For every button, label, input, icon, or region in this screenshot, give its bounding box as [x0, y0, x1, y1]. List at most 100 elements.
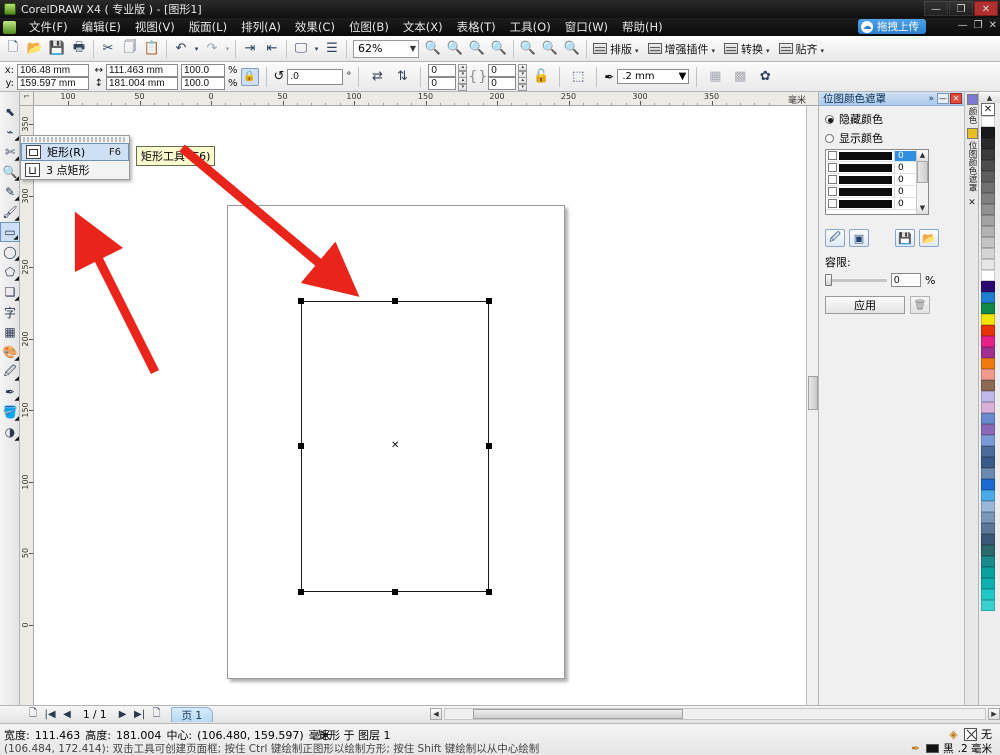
- launcher-dropdown-icon[interactable]: ▾: [312, 38, 321, 60]
- tolerance-input[interactable]: [891, 273, 921, 287]
- palette-swatch[interactable]: [981, 380, 995, 391]
- scale-y-input[interactable]: [181, 77, 225, 90]
- palette-swatch[interactable]: [981, 204, 995, 215]
- selection-handle-tc[interactable]: [392, 298, 398, 304]
- maximize-button[interactable]: ❐: [949, 1, 973, 16]
- tool-pick[interactable]: ⬉: [0, 102, 20, 122]
- tool-table[interactable]: ▦: [0, 322, 20, 342]
- object-height-input[interactable]: [106, 77, 178, 90]
- scroll-down-icon[interactable]: ▼: [917, 203, 928, 214]
- doc-maximize-button[interactable]: ❐: [974, 20, 983, 31]
- mask-list-scrollbar[interactable]: ▲ ▼: [916, 150, 928, 214]
- radio-show-colors[interactable]: 显示颜色: [825, 130, 958, 146]
- selection-handle-tl[interactable]: [298, 298, 304, 304]
- docker-tab-bitmap-mask[interactable]: 位图颜色遮罩: [965, 128, 979, 194]
- menu-window[interactable]: 窗口(W): [558, 18, 615, 36]
- corner-tr-stepper[interactable]: ▴▾: [518, 64, 527, 77]
- radio-hide-colors[interactable]: 隐藏颜色: [825, 111, 958, 127]
- mask-row-checkbox[interactable]: [828, 187, 837, 196]
- palette-swatch[interactable]: [981, 303, 995, 314]
- mirror-vertical-button[interactable]: ⇅: [391, 66, 413, 88]
- palette-swatch[interactable]: [981, 314, 995, 325]
- docker-tab-close-button[interactable]: ✕: [965, 198, 979, 208]
- add-page-right-icon[interactable]: 🗋: [150, 708, 164, 722]
- hscroll-track[interactable]: [444, 708, 986, 720]
- close-button[interactable]: ✕: [974, 1, 998, 16]
- corner-tl-stepper[interactable]: ▴▾: [458, 64, 467, 77]
- palette-swatch[interactable]: [981, 215, 995, 226]
- mask-color-row[interactable]: 0: [826, 150, 916, 162]
- selection-handle-ml[interactable]: [298, 443, 304, 449]
- status-outline-indicator[interactable]: ✒ 黑 .2 毫米: [909, 741, 992, 755]
- scroll-right-icon[interactable]: ▶: [988, 708, 1000, 720]
- palette-no-color-swatch[interactable]: ✕: [981, 103, 995, 116]
- rotation-angle-input[interactable]: [287, 69, 343, 85]
- selection-handle-bl[interactable]: [298, 589, 304, 595]
- menu-tools[interactable]: 工具(O): [503, 18, 558, 36]
- tool-smart-fill[interactable]: 🖌◢: [0, 202, 20, 222]
- edit-color-button[interactable]: ▣: [849, 229, 869, 247]
- menu-help[interactable]: 帮助(H): [615, 18, 670, 36]
- scroll-up-icon[interactable]: ▲: [917, 150, 928, 161]
- menu-edit[interactable]: 编辑(E): [75, 18, 128, 36]
- paste-icon[interactable]: 📋: [141, 38, 163, 60]
- palette-swatch[interactable]: [981, 237, 995, 248]
- selection-handle-br[interactable]: [486, 589, 492, 595]
- menu-arrange[interactable]: 排列(A): [234, 18, 288, 36]
- docker-tab-color[interactable]: 颜色: [965, 94, 979, 126]
- y-position-input[interactable]: [17, 77, 89, 90]
- convert-bitmap-button[interactable]: ▩: [729, 66, 751, 88]
- palette-swatch[interactable]: [981, 512, 995, 523]
- next-page-icon[interactable]: ▶: [116, 708, 130, 722]
- palette-swatch[interactable]: [981, 413, 995, 424]
- tool-crop[interactable]: ✄◢: [0, 142, 20, 162]
- mask-row-checkbox[interactable]: [828, 151, 837, 160]
- tool-interactive-fill[interactable]: ◑◢: [0, 422, 20, 442]
- lock-ratio-button[interactable]: 🔒: [241, 68, 259, 86]
- export-icon[interactable]: ⇤: [261, 38, 283, 60]
- tool-shape[interactable]: ⌁◢: [0, 122, 20, 142]
- tool-blend[interactable]: 🎨◢: [0, 342, 20, 362]
- menu-layout[interactable]: 版面(L): [182, 18, 234, 36]
- redo-dropdown-icon[interactable]: ▾: [223, 38, 232, 60]
- last-page-icon[interactable]: ▶|: [133, 708, 147, 722]
- palette-swatch[interactable]: [981, 402, 995, 413]
- palette-swatch[interactable]: [981, 281, 995, 292]
- palette-swatch[interactable]: [981, 600, 995, 611]
- zoom-level-combobox[interactable]: 62% ▼: [353, 40, 419, 58]
- palette-swatch[interactable]: [981, 567, 995, 578]
- corner-top-left-input[interactable]: [428, 64, 456, 77]
- selection-handle-mr[interactable]: [486, 443, 492, 449]
- plugin-convert-button[interactable]: 转换 ▾: [721, 38, 776, 59]
- ruler-origin-button[interactable]: ⌐: [20, 92, 34, 106]
- effects-button[interactable]: ✿: [754, 66, 776, 88]
- zoom-in-icon[interactable]: 🔍: [422, 38, 444, 60]
- palette-swatch[interactable]: [981, 160, 995, 171]
- tool-eyedropper[interactable]: 🖉◢: [0, 362, 20, 382]
- menu-view[interactable]: 视图(V): [128, 18, 182, 36]
- delete-icon[interactable]: 🗑: [910, 296, 930, 314]
- tool-basic-shapes[interactable]: ❏◢: [0, 282, 20, 302]
- open-mask-button[interactable]: 📂: [919, 229, 939, 247]
- canvas-vertical-scrollbar[interactable]: [806, 106, 818, 723]
- palette-swatch[interactable]: [981, 292, 995, 303]
- palette-swatch[interactable]: [981, 325, 995, 336]
- zoom-out-icon[interactable]: 🔍: [444, 38, 466, 60]
- round-corners-lock-button[interactable]: 🔓: [530, 66, 552, 88]
- scrollbar-thumb[interactable]: [808, 376, 818, 410]
- palette-swatch[interactable]: [981, 226, 995, 237]
- zoom-to-page-icon[interactable]: 🔍: [517, 38, 539, 60]
- zoom-to-selected-icon[interactable]: 🔍: [466, 38, 488, 60]
- palette-swatch[interactable]: [981, 446, 995, 457]
- options-icon[interactable]: ☰: [321, 38, 343, 60]
- palette-swatch[interactable]: [981, 270, 995, 281]
- zoom-to-width-icon[interactable]: 🔍: [539, 38, 561, 60]
- undo-icon[interactable]: ↶: [170, 38, 192, 60]
- palette-swatch[interactable]: [981, 501, 995, 512]
- palette-swatch[interactable]: [981, 369, 995, 380]
- palette-swatch[interactable]: [981, 457, 995, 468]
- prev-page-icon[interactable]: ◀: [60, 708, 74, 722]
- docker-minimize-button[interactable]: —: [937, 93, 949, 104]
- doc-minimize-button[interactable]: —: [958, 20, 968, 31]
- corner-top-right-input[interactable]: [488, 64, 516, 77]
